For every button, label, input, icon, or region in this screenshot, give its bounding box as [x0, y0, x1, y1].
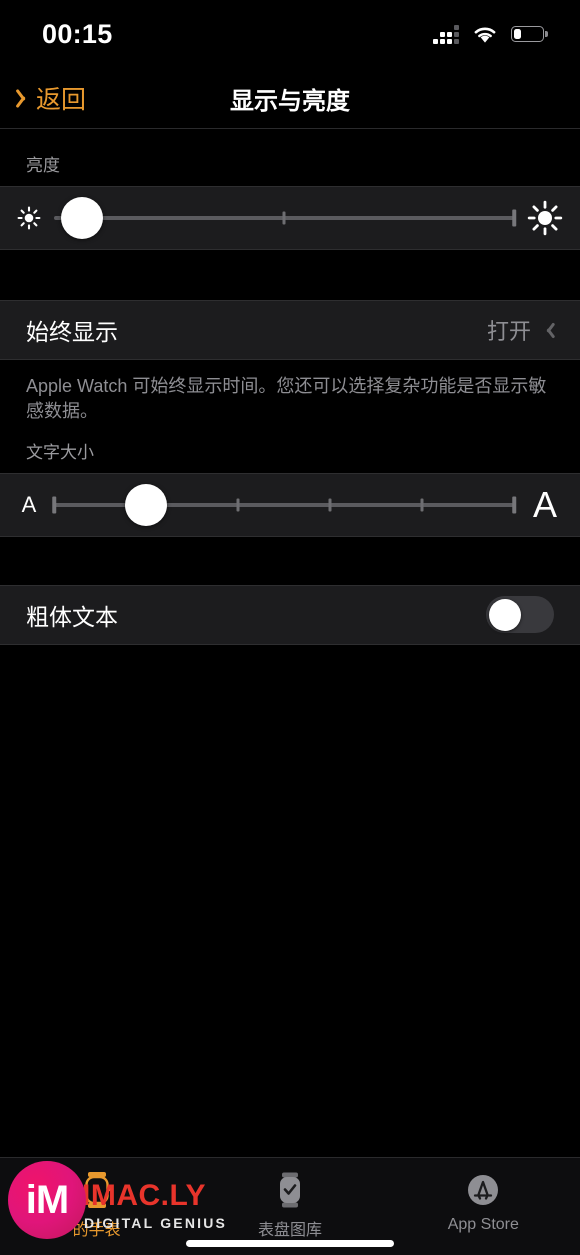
back-label: 返回: [36, 86, 87, 114]
chevron-left-icon: [18, 87, 31, 109]
text-size-card: A A: [0, 472, 580, 537]
watch-face-gallery-icon: [273, 1170, 307, 1210]
text-size-tick-1: [236, 498, 240, 512]
back-button[interactable]: 返回: [18, 80, 86, 116]
status-indicators: [433, 24, 548, 44]
letter-a-large-icon: A: [532, 483, 557, 525]
toggle-knob: [488, 598, 521, 631]
always-on-card: 始终显示 打开: [0, 300, 580, 360]
brightness-slider[interactable]: [54, 187, 516, 249]
sun-large-icon: [526, 199, 564, 237]
chevron-right-icon: [543, 321, 554, 340]
sun-small-icon: [16, 205, 42, 231]
bold-text-card: 粗体文本: [0, 584, 580, 645]
always-on-value-group: 打开: [487, 314, 554, 346]
brightness-tick-end: [512, 209, 516, 227]
tab-face-gallery[interactable]: 表盘图库: [193, 1170, 386, 1240]
brightness-knob[interactable]: [60, 197, 103, 239]
phone-screen: 00:15 返回 显示与亮度 亮度 始终显示 打开 Apple Watch 可始…: [0, 0, 580, 1255]
status-time: 00:15: [42, 18, 113, 49]
text-size-knob[interactable]: [125, 483, 167, 526]
text-size-tick-0: [52, 496, 56, 514]
brightness-slider-row: [0, 187, 580, 249]
text-size-track: [54, 502, 514, 507]
home-indicator: [186, 1240, 394, 1247]
text-size-slider-row: A A: [0, 474, 580, 536]
text-size-tick-2: [328, 498, 332, 512]
bold-text-toggle[interactable]: [486, 596, 554, 634]
bold-text-row[interactable]: 粗体文本: [0, 586, 580, 644]
watch-icon: [80, 1170, 114, 1210]
text-size-slider[interactable]: [52, 474, 516, 536]
status-bar: 00:15: [0, 0, 580, 68]
text-size-tick-3: [420, 498, 424, 512]
tab-label: 的手表: [72, 1222, 121, 1239]
nav-bar: 返回 显示与亮度: [0, 68, 580, 128]
always-on-row[interactable]: 始终显示 打开: [0, 301, 580, 359]
text-size-tick-4: [512, 496, 516, 514]
always-on-footer: Apple Watch 可始终显示时间。您还可以选择复杂功能是否显示敏感数据。: [26, 376, 547, 421]
always-on-value: 打开: [486, 319, 531, 344]
brightness-card: [0, 186, 580, 250]
always-on-label: 始终显示: [26, 319, 118, 345]
cellular-signal-icon: [433, 24, 459, 44]
tab-label: 表盘图库: [257, 1222, 322, 1239]
bold-text-label: 粗体文本: [26, 603, 118, 630]
app-store-icon: [464, 1170, 502, 1210]
wifi-icon: [472, 25, 498, 44]
brightness-header: 亮度: [26, 156, 60, 175]
tab-label: App Store: [447, 1216, 519, 1233]
battery-low-icon: [511, 26, 548, 42]
brightness-tick-mid: [282, 211, 286, 225]
letter-a-small-icon: A: [21, 491, 37, 517]
tab-app-store[interactable]: App Store: [387, 1170, 580, 1234]
text-size-header: 文字大小: [26, 442, 94, 462]
page-title: 显示与亮度: [230, 87, 350, 115]
tab-my-watch[interactable]: 的手表: [0, 1170, 193, 1240]
